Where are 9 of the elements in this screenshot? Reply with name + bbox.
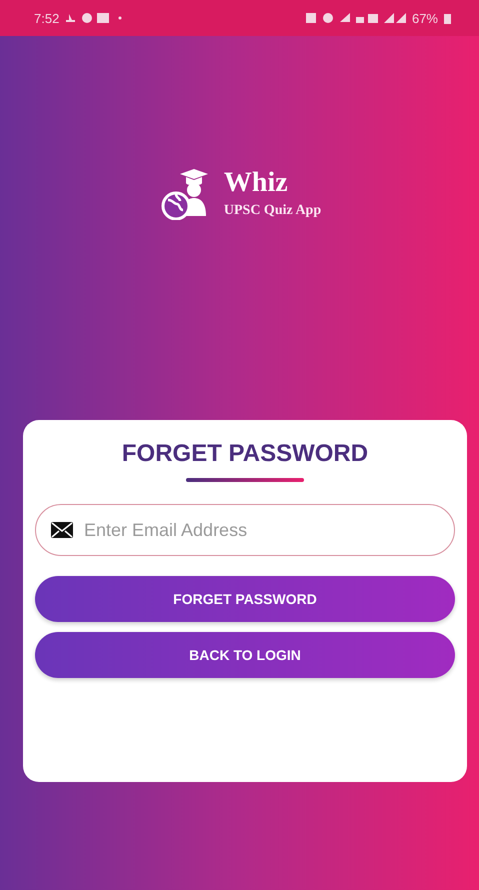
- app-tagline: UPSC Quiz App: [224, 203, 322, 219]
- app-name: Whiz: [224, 169, 289, 197]
- battery-level: 67%: [412, 10, 438, 26]
- email-field[interactable]: Enter Email Address: [35, 504, 455, 556]
- clock-time: 7:52: [34, 10, 60, 26]
- battery-icon: [444, 12, 451, 24]
- card-title: FORGET PASSWORD: [120, 440, 370, 468]
- back-to-login-button[interactable]: BACK TO LOGIN: [35, 632, 455, 678]
- forget-password-button[interactable]: FORGET PASSWORD: [35, 576, 455, 622]
